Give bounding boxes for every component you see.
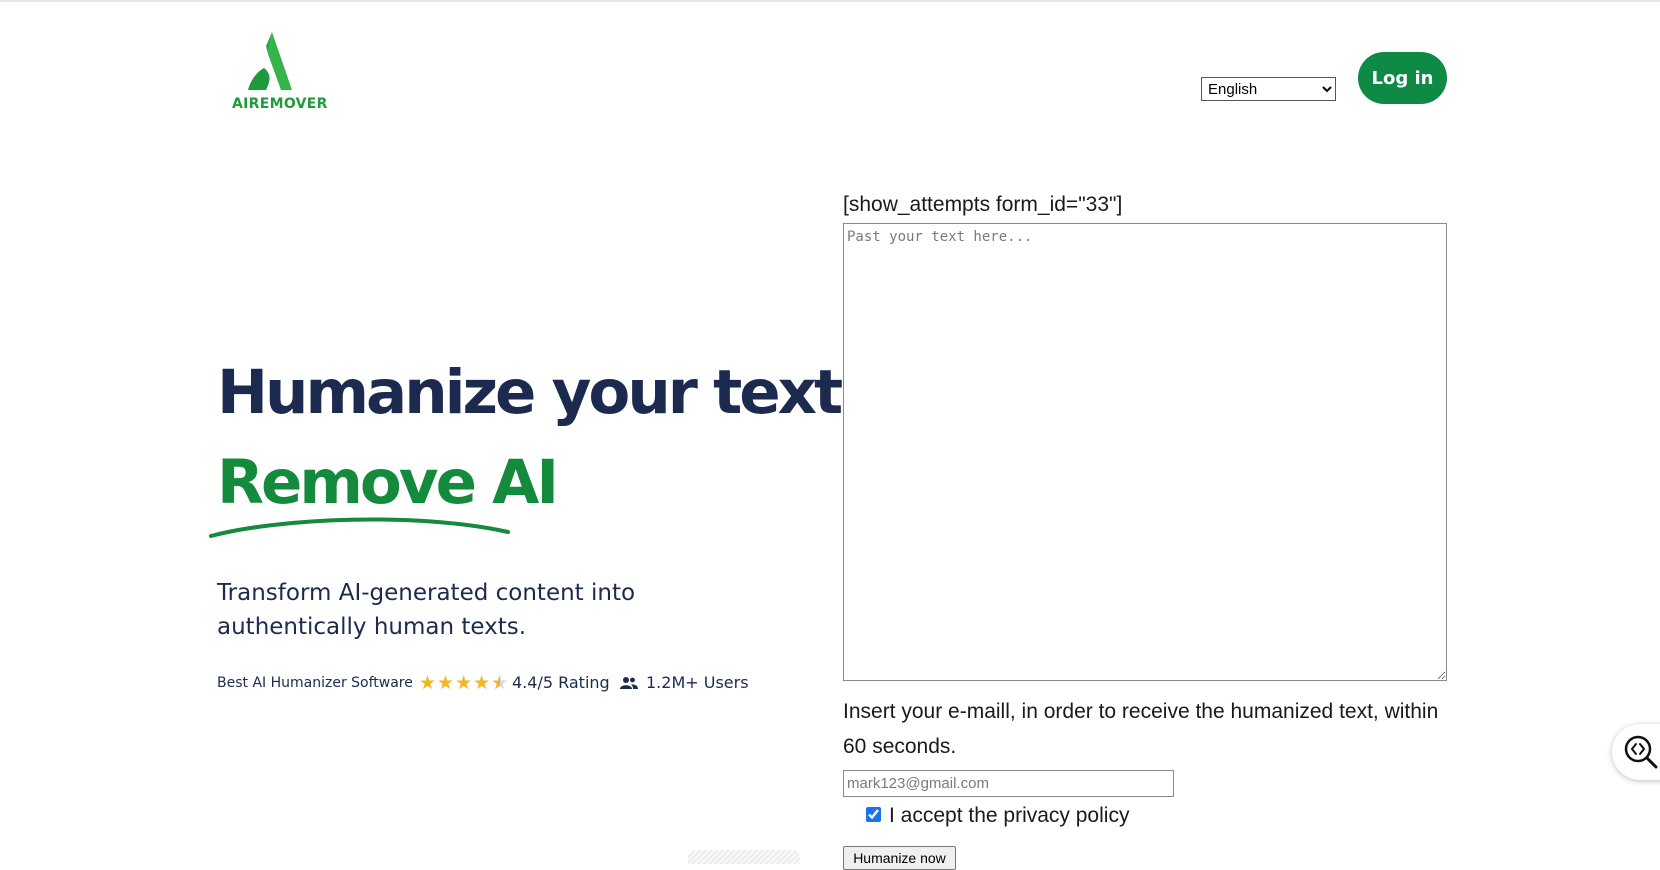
logo-text: AIREMOVER — [232, 96, 328, 112]
login-button[interactable]: Log in — [1358, 52, 1447, 104]
rating-text: 4.4/5 Rating — [512, 673, 610, 692]
side-widget-button[interactable] — [1612, 724, 1660, 780]
privacy-checkbox[interactable] — [866, 807, 881, 822]
users-count-text: 1.2M+ Users — [646, 673, 749, 692]
hero-badges: Best AI Humanizer Software ★★★★★★ 4.4/5 … — [217, 672, 797, 696]
shortcode-text: [show_attempts form_id="33"] — [843, 193, 1123, 216]
language-select[interactable]: English — [1201, 77, 1336, 101]
badge-software: Best AI Humanizer Software — [217, 675, 413, 691]
top-border — [0, 0, 1660, 2]
text-input-area[interactable] — [843, 223, 1447, 681]
hero-description: Transform AI-generated content into auth… — [217, 580, 636, 640]
users-icon — [620, 677, 638, 689]
email-instruction: Insert your e-maill, in order to receive… — [843, 700, 1439, 758]
airemover-logo[interactable]: AIREMOVER — [228, 32, 328, 116]
privacy-label[interactable]: I accept the privacy policy — [889, 804, 1129, 828]
hero-title: Humanize your texts — [217, 357, 876, 428]
scroll-hint — [688, 850, 800, 864]
humanize-button[interactable]: Humanize now — [843, 846, 956, 870]
hero-subtitle: Remove AI — [217, 447, 559, 518]
airemover-logo-icon — [248, 32, 292, 90]
email-input[interactable] — [843, 770, 1174, 797]
code-search-icon — [1624, 735, 1658, 769]
star-rating-icon: ★★★★★★ — [419, 673, 510, 694]
subtitle-underline — [209, 517, 510, 538]
